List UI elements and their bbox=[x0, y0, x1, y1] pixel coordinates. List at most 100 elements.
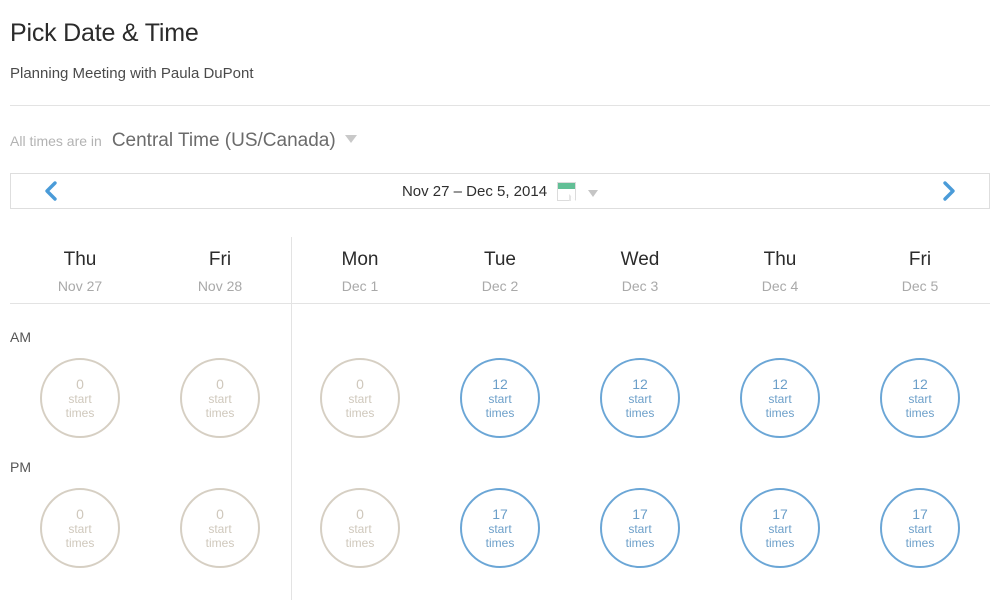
start-times-label: start bbox=[768, 522, 792, 536]
start-times-slot-pm[interactable]: 17 start times bbox=[600, 488, 680, 568]
start-times-label: times bbox=[205, 406, 235, 420]
start-times-slot-pm[interactable]: 17 start times bbox=[460, 488, 540, 568]
start-times-label: start bbox=[68, 392, 92, 406]
slot-cell: 0 start times bbox=[150, 358, 290, 438]
start-times-label: start bbox=[768, 392, 792, 406]
day-date: Nov 28 bbox=[197, 278, 243, 294]
am-slot-row: 0 start times 0 start times 0 start times 12 start… bbox=[0, 358, 1000, 438]
start-times-slot-pm[interactable]: 17 start times bbox=[880, 488, 960, 568]
start-times-count: 12 bbox=[632, 376, 648, 392]
page-title: Pick Date & Time bbox=[10, 19, 199, 47]
calendar-icon bbox=[557, 181, 577, 201]
period-label-am: AM bbox=[10, 329, 31, 345]
day-name: Fri bbox=[908, 249, 932, 270]
chevron-down-icon bbox=[344, 135, 357, 143]
page-subtitle: Planning Meeting with Paula DuPont bbox=[10, 65, 254, 82]
day-header-divider bbox=[10, 303, 990, 304]
start-times-label: times bbox=[345, 406, 375, 420]
start-times-count: 17 bbox=[772, 506, 788, 522]
pm-slot-row: 0 start times 0 start times 0 start times 17 start… bbox=[0, 488, 1000, 568]
start-times-label: times bbox=[485, 536, 515, 550]
start-times-label: times bbox=[65, 536, 95, 550]
page-header: Pick Date & Time Planning Meeting with P… bbox=[0, 0, 1000, 84]
slot-cell: 17 start times bbox=[710, 488, 850, 568]
slot-cell: 0 start times bbox=[150, 488, 290, 568]
date-range-picker[interactable]: Nov 27 – Dec 5, 2014 bbox=[91, 181, 909, 201]
day-date: Dec 4 bbox=[761, 278, 799, 294]
day-column-header: Mon Dec 1 bbox=[290, 237, 430, 303]
start-times-slot-am[interactable]: 12 start times bbox=[740, 358, 820, 438]
day-column-header: Wed Dec 3 bbox=[570, 237, 710, 303]
previous-week-button[interactable] bbox=[11, 174, 91, 208]
day-date: Dec 2 bbox=[481, 278, 519, 294]
slot-cell: 0 start times bbox=[10, 358, 150, 438]
day-column-header: Tue Dec 2 bbox=[430, 237, 570, 303]
day-date: Nov 27 bbox=[57, 278, 103, 294]
day-column-header: Thu Dec 4 bbox=[710, 237, 850, 303]
period-label-pm: PM bbox=[10, 459, 31, 475]
slot-cell: 17 start times bbox=[570, 488, 710, 568]
slot-cell: 17 start times bbox=[430, 488, 570, 568]
start-times-label: times bbox=[765, 536, 795, 550]
start-times-label: times bbox=[905, 406, 935, 420]
day-name: Tue bbox=[483, 249, 517, 270]
day-date: Dec 5 bbox=[901, 278, 939, 294]
day-column-header: Fri Dec 5 bbox=[850, 237, 990, 303]
timezone-select[interactable]: Central Time (US/Canada) bbox=[112, 130, 357, 152]
day-name: Wed bbox=[620, 249, 660, 270]
start-times-label: times bbox=[345, 536, 375, 550]
start-times-slot-pm: 0 start times bbox=[180, 488, 260, 568]
slot-cell: 12 start times bbox=[570, 358, 710, 438]
chevron-down-icon bbox=[588, 189, 599, 197]
day-column-header: Fri Nov 28 bbox=[150, 237, 290, 303]
date-navigation-bar: Nov 27 – Dec 5, 2014 bbox=[10, 173, 990, 209]
date-range-label: Nov 27 – Dec 5, 2014 bbox=[401, 182, 548, 200]
start-times-label: start bbox=[208, 392, 232, 406]
start-times-label: times bbox=[765, 406, 795, 420]
start-times-label: start bbox=[348, 392, 372, 406]
start-times-count: 0 bbox=[76, 376, 84, 392]
start-times-slot-am[interactable]: 12 start times bbox=[460, 358, 540, 438]
day-date: Dec 3 bbox=[621, 278, 659, 294]
start-times-count: 0 bbox=[356, 376, 364, 392]
chevron-left-icon bbox=[45, 181, 57, 201]
chevron-right-icon bbox=[943, 181, 955, 201]
start-times-slot-pm: 0 start times bbox=[40, 488, 120, 568]
start-times-label: times bbox=[485, 406, 515, 420]
start-times-slot-am: 0 start times bbox=[320, 358, 400, 438]
grid-gutter bbox=[0, 237, 10, 303]
timezone-value: Central Time (US/Canada) bbox=[111, 130, 336, 151]
availability-grid: Thu Nov 27 Fri Nov 28 Mon Dec 1 Tue Dec 2 Wed Dec… bbox=[0, 237, 1000, 600]
day-header-row: Thu Nov 27 Fri Nov 28 Mon Dec 1 Tue Dec 2 Wed Dec… bbox=[0, 237, 1000, 303]
start-times-count: 0 bbox=[216, 506, 224, 522]
slot-cell: 12 start times bbox=[710, 358, 850, 438]
start-times-count: 17 bbox=[492, 506, 508, 522]
start-times-label: start bbox=[908, 392, 932, 406]
day-date: Dec 1 bbox=[341, 278, 379, 294]
slot-cell: 12 start times bbox=[430, 358, 570, 438]
start-times-label: start bbox=[68, 522, 92, 536]
start-times-label: times bbox=[65, 406, 95, 420]
start-times-slot-am[interactable]: 12 start times bbox=[600, 358, 680, 438]
slot-cell: 0 start times bbox=[290, 488, 430, 568]
start-times-slot-am[interactable]: 12 start times bbox=[880, 358, 960, 438]
start-times-label: start bbox=[628, 522, 652, 536]
start-times-slot-pm[interactable]: 17 start times bbox=[740, 488, 820, 568]
slot-cell: 0 start times bbox=[290, 358, 430, 438]
start-times-slot-am: 0 start times bbox=[40, 358, 120, 438]
start-times-count: 17 bbox=[912, 506, 928, 522]
start-times-slot-pm: 0 start times bbox=[320, 488, 400, 568]
next-week-button[interactable] bbox=[909, 174, 989, 208]
start-times-label: times bbox=[625, 406, 655, 420]
start-times-count: 0 bbox=[216, 376, 224, 392]
header-divider bbox=[10, 105, 990, 106]
day-name: Thu bbox=[63, 249, 97, 270]
start-times-label: times bbox=[205, 536, 235, 550]
start-times-slot-am: 0 start times bbox=[180, 358, 260, 438]
timezone-row: All times are in Central Time (US/Canada… bbox=[0, 130, 1000, 154]
start-times-label: start bbox=[628, 392, 652, 406]
start-times-label: times bbox=[625, 536, 655, 550]
slot-cell: 17 start times bbox=[850, 488, 990, 568]
day-name: Fri bbox=[208, 249, 232, 270]
grid-gutter bbox=[0, 488, 10, 568]
